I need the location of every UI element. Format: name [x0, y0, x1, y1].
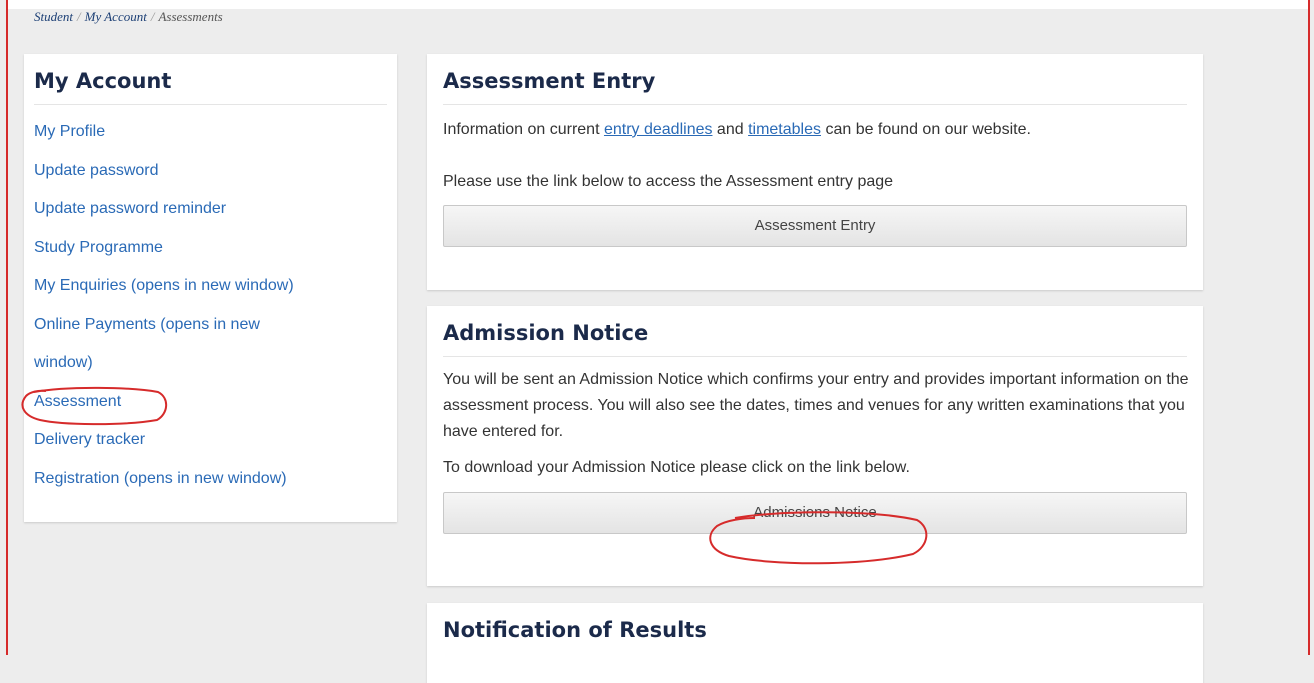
sidebar-item-label[interactable]: Online Payments (opens in new: [34, 316, 260, 333]
sidebar-item-label[interactable]: Update password: [34, 162, 159, 179]
sidebar-item-assessment[interactable]: Assessment: [34, 383, 387, 422]
frame-edge-left: [6, 0, 8, 655]
notification-of-results-title: Notification of Results: [443, 618, 707, 642]
breadcrumb: Student / My Account / Assessments: [34, 9, 223, 29]
breadcrumb-my-account[interactable]: My Account: [85, 9, 147, 24]
breadcrumb-current: Assessments: [158, 9, 223, 24]
assessment-entry-instruction: Please use the link below to access the …: [443, 173, 894, 190]
sidebar-item-label[interactable]: My Profile: [34, 123, 105, 140]
admissions-notice-button[interactable]: Admissions Notice: [443, 492, 1187, 534]
sidebar-item-label[interactable]: Delivery tracker: [34, 431, 145, 448]
top-strip: [8, 0, 1308, 9]
sidebar-item-online-payments[interactable]: Online Payments (opens in new: [34, 306, 387, 345]
admission-notice-panel: Admission Notice You will be sent an Adm…: [427, 306, 1203, 586]
sidebar-item-update-password-reminder[interactable]: Update password reminder: [34, 190, 387, 229]
frame-edge-right: [1308, 0, 1310, 655]
admission-notice-title: Admission Notice: [443, 321, 1187, 357]
assessment-entry-button[interactable]: Assessment Entry: [443, 205, 1187, 247]
sidebar-item-online-payments-continued[interactable]: window): [34, 344, 387, 383]
sidebar-title: My Account: [34, 69, 387, 105]
assessment-entry-title: Assessment Entry: [443, 69, 1187, 105]
breadcrumb-student[interactable]: Student: [34, 9, 73, 24]
info-text: Information on current: [443, 121, 604, 138]
admission-notice-description: You will be sent an Admission Notice whi…: [443, 371, 1189, 440]
sidebar-item-update-password[interactable]: Update password: [34, 152, 387, 191]
notification-of-results-panel: Notification of Results: [427, 603, 1203, 683]
sidebar-item-study-programme[interactable]: Study Programme: [34, 229, 387, 268]
sidebar-item-label[interactable]: Assessment: [34, 393, 121, 410]
entry-deadlines-link[interactable]: entry deadlines: [604, 121, 713, 138]
assessment-entry-info: Information on current entry deadlines a…: [443, 117, 1187, 142]
sidebar-item-label[interactable]: My Enquiries (opens in new window): [34, 277, 294, 294]
sidebar-item-label[interactable]: Study Programme: [34, 239, 163, 256]
admission-notice-instruction: To download your Admission Notice please…: [443, 459, 910, 476]
sidebar-nav: My Profile Update password Update passwo…: [34, 113, 387, 498]
breadcrumb-separator: /: [150, 9, 155, 24]
timetables-link[interactable]: timetables: [748, 121, 821, 138]
assessment-entry-panel: Assessment Entry Information on current …: [427, 54, 1203, 290]
info-text: can be found on our website.: [821, 121, 1031, 138]
sidebar-panel: My Account My Profile Update password Up…: [24, 54, 397, 522]
sidebar-item-my-enquiries[interactable]: My Enquiries (opens in new window): [34, 267, 387, 306]
info-text: and: [712, 121, 749, 138]
sidebar-item-delivery-tracker[interactable]: Delivery tracker: [34, 421, 387, 460]
sidebar-item-my-profile[interactable]: My Profile: [34, 113, 387, 152]
sidebar-item-label[interactable]: window): [34, 354, 93, 371]
sidebar-item-label[interactable]: Update password reminder: [34, 200, 226, 217]
sidebar-item-registration[interactable]: Registration (opens in new window): [34, 460, 387, 499]
breadcrumb-separator: /: [77, 9, 81, 24]
sidebar-item-label[interactable]: Registration (opens in new window): [34, 470, 287, 487]
